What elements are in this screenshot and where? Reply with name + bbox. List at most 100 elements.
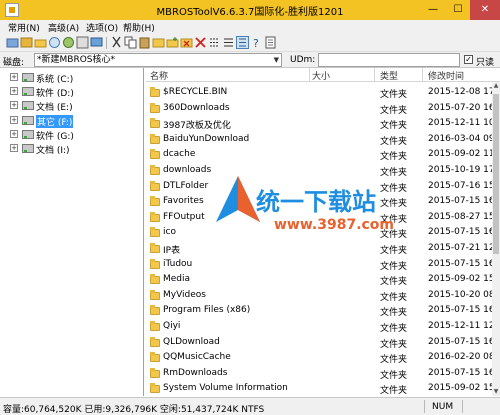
column-divider[interactable] (374, 68, 375, 81)
file-name: Program Files (x86) (163, 305, 251, 316)
delete-icon[interactable] (180, 36, 193, 49)
tree-item[interactable]: + 软件 (G:) (0, 128, 144, 142)
tree-item[interactable]: + 文档 (I:) (0, 142, 144, 156)
maximize-button[interactable]: ☐ (446, 0, 470, 20)
file-row[interactable]: 3987改板及优化 文件夹 2015-12-11 10 (146, 116, 495, 132)
folder-icon[interactable] (34, 36, 47, 49)
expand-icon[interactable]: + (10, 115, 18, 124)
udm-input[interactable] (318, 53, 460, 67)
status-divider (424, 400, 425, 413)
info-icon[interactable] (264, 36, 277, 49)
view-icon[interactable] (222, 36, 235, 49)
menu-help[interactable]: 帮助(H) (123, 21, 155, 34)
folder-icon (150, 305, 160, 316)
num-lock-indicator: NUM (432, 402, 454, 412)
disk-select[interactable]: *新建MBROS核心* ▼ (34, 53, 282, 67)
disk-label: 磁盘: (3, 58, 25, 68)
expand-icon[interactable]: + (10, 101, 18, 110)
file-modified: 2015-07-21 12 (428, 243, 495, 253)
expand-icon[interactable]: + (10, 73, 18, 81)
expand-icon[interactable]: + (10, 87, 18, 96)
tree-item-label: 文档 (I:) (36, 146, 70, 156)
column-modified[interactable]: 修改时间 (428, 69, 464, 82)
chevron-down-icon[interactable]: ▼ (274, 54, 279, 66)
help-icon[interactable]: ? (250, 36, 263, 49)
scroll-down-icon[interactable]: ▼ (492, 388, 500, 396)
paste-icon[interactable] (138, 36, 151, 49)
column-divider[interactable] (422, 68, 423, 81)
disk-icon[interactable] (48, 36, 61, 49)
drive-icon (22, 129, 34, 139)
menu-common[interactable]: 常用(N) (8, 21, 40, 34)
file-name: IP表 (163, 246, 181, 256)
file-modified: 2015-07-15 16 (428, 367, 495, 378)
file-row[interactable]: QQMusicCache 文件夹 2016-02-20 08 (146, 350, 495, 366)
tree-item[interactable]: + 其它 (F:) (0, 114, 144, 128)
tree-item[interactable]: + 软件 (D:) (0, 85, 144, 99)
folder-icon (150, 149, 160, 160)
settings-icon[interactable] (62, 36, 75, 49)
menu-advanced[interactable]: 高级(A) (48, 21, 79, 34)
file-row[interactable]: 360Downloads 文件夹 2015-07-20 16 (146, 101, 495, 117)
menu-options[interactable]: 选项(O) (86, 21, 118, 34)
new-folder-icon[interactable] (166, 36, 179, 49)
file-row[interactable]: Qiyi 文件夹 2015-12-11 12 (146, 319, 495, 335)
move-icon[interactable] (208, 36, 221, 49)
udm-label: UDm: (290, 55, 316, 65)
file-type: 文件夹 (380, 199, 408, 210)
file-row[interactable]: QLDownload 文件夹 2015-07-15 16 (146, 335, 495, 351)
file-modified: 2015-08-27 15 (428, 211, 495, 222)
column-divider[interactable] (309, 68, 310, 81)
vertical-scrollbar[interactable]: ▲ ▼ (492, 82, 500, 396)
list-view-icon[interactable] (236, 36, 249, 49)
monitor-icon[interactable] (90, 36, 103, 49)
file-row[interactable]: iTudou 文件夹 2015-07-15 16 (146, 257, 495, 273)
file-row[interactable]: dcache 文件夹 2015-09-02 11 (146, 147, 495, 163)
readonly-checkbox[interactable]: ✓ (464, 55, 473, 64)
expand-icon[interactable]: + (10, 144, 18, 152)
column-type[interactable]: 类型 (380, 69, 398, 82)
expand-icon[interactable]: + (10, 129, 18, 138)
file-row[interactable]: System Volume Information 文件夹 2015-09-02 1… (146, 381, 495, 397)
column-size[interactable]: 大小 (312, 69, 330, 82)
file-type: 文件夹 (380, 90, 408, 100)
file-type: 文件夹 (380, 105, 408, 116)
close-icon[interactable] (194, 36, 207, 49)
watermark-logo: 统一下载站 www.3987.com (210, 172, 394, 242)
forward-icon[interactable] (20, 36, 33, 49)
readonly-label: 只读 (476, 58, 495, 68)
folder-icon (150, 321, 160, 331)
title-bar: MBROSToolV6.6.3.7国际化-胜利版1201 — ☐ ✕ (0, 0, 500, 20)
file-name: Media (163, 274, 191, 285)
file-row[interactable]: Program Files (x86) 文件夹 2015-07-15 16 (146, 303, 495, 319)
file-name: dcache (163, 149, 196, 160)
tree-item[interactable]: + 文档 (E:) (0, 99, 144, 113)
folder-icon (150, 180, 160, 191)
drive-tree: + 系统 (C:) + 软件 (D:) + 文档 (E:) + 其它 (F:) + 软件 (G:)… (0, 68, 144, 396)
file-name: 3987改板及优化 (163, 121, 231, 132)
file-row[interactable]: RmDownloads 文件夹 2015-07-15 16 (146, 366, 495, 382)
file-row[interactable]: $RECYCLE.BIN 文件夹 2015-12-08 17 (146, 85, 495, 101)
scroll-thumb[interactable] (493, 94, 499, 254)
file-name: $RECYCLE.BIN (163, 87, 228, 97)
copy-icon[interactable] (124, 36, 137, 49)
scroll-up-icon[interactable]: ▲ (492, 82, 500, 90)
minimize-button[interactable]: — (420, 0, 446, 20)
back-icon[interactable] (6, 36, 19, 49)
file-row[interactable]: IP表 文件夹 2015-07-21 12 (146, 241, 495, 257)
file-modified: 2015-07-20 16 (428, 102, 495, 113)
cut-icon[interactable] (110, 36, 123, 49)
refresh-icon[interactable] (152, 36, 165, 49)
file-type: 文件夹 (380, 121, 408, 132)
folder-icon (150, 274, 160, 285)
folder-icon (150, 211, 160, 222)
tree-item[interactable]: + 系统 (C:) (0, 71, 144, 85)
folder-icon (150, 367, 160, 378)
grid-icon[interactable] (76, 36, 89, 49)
file-row[interactable]: Media 文件夹 2015-09-02 15 (146, 272, 495, 288)
file-row[interactable]: BaiduYunDownload 文件夹 2016-03-04 09 (146, 132, 495, 148)
file-row[interactable]: MyVideos 文件夹 2015-10-20 08 (146, 288, 495, 304)
column-name[interactable]: 名称 (150, 69, 168, 82)
close-button[interactable]: ✕ (470, 0, 500, 20)
file-type: 文件夹 (380, 386, 408, 397)
